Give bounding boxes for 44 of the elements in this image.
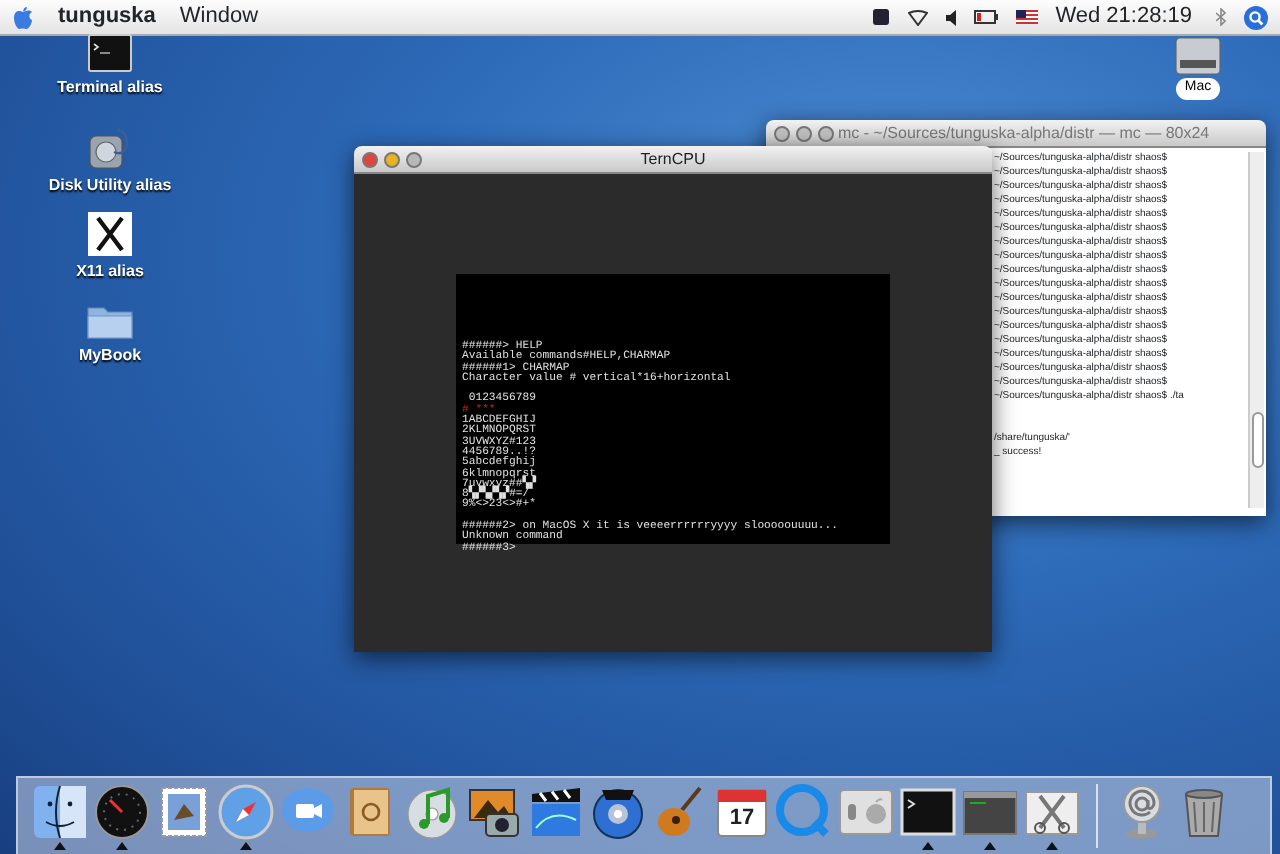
hard-drive-icon[interactable] <box>1174 36 1222 76</box>
icon-label[interactable]: Terminal alias <box>57 76 163 100</box>
stamp-icon[interactable] <box>156 784 212 840</box>
minimize-button[interactable] <box>796 126 812 142</box>
running-indicator <box>240 842 252 850</box>
switch-icon[interactable] <box>838 784 894 840</box>
running-indicator <box>922 842 934 850</box>
minimize-button[interactable] <box>384 152 400 168</box>
close-button[interactable] <box>774 126 790 142</box>
icon-label[interactable]: Disk Utility alias <box>48 174 172 198</box>
zoom-button[interactable] <box>406 152 422 168</box>
bluetooth-icon[interactable] <box>1216 8 1226 26</box>
calendar-day: 17 <box>729 806 755 830</box>
window-title: mc - ~/Sources/tunguska-alpha/distr — mc — 80x24 <box>838 124 1210 142</box>
gauge-icon[interactable] <box>94 784 150 840</box>
search-icon[interactable] <box>1244 5 1268 29</box>
icon-label[interactable]: X11 alias <box>76 260 144 284</box>
volume-icon[interactable] <box>945 9 956 25</box>
flag-icon[interactable] <box>1015 10 1038 24</box>
menu-clock[interactable]: Wed 21:28:19 <box>1055 0 1192 34</box>
apple-icon[interactable] <box>12 5 34 29</box>
photo-icon[interactable] <box>466 784 522 840</box>
icon-label[interactable]: MyBook <box>78 344 142 368</box>
wifi-icon[interactable] <box>907 9 928 25</box>
battery-icon[interactable] <box>973 10 998 24</box>
app-menu[interactable]: tunguska <box>58 0 156 34</box>
terminal-icon[interactable] <box>900 784 956 840</box>
disc-icon[interactable] <box>590 784 646 840</box>
zoom-button[interactable] <box>818 126 834 142</box>
running-indicator <box>54 842 66 850</box>
display-icon[interactable] <box>871 8 890 26</box>
terminal-icon[interactable] <box>88 34 132 72</box>
calendar-icon[interactable] <box>714 784 770 840</box>
scroll-bar[interactable] <box>1248 152 1264 508</box>
running-indicator <box>984 842 996 850</box>
menu-item[interactable]: Window <box>179 0 259 34</box>
running-indicator <box>1046 842 1058 850</box>
close-button[interactable] <box>362 152 378 168</box>
clapper-icon[interactable] <box>528 784 584 840</box>
x-letter-icon[interactable] <box>88 212 132 256</box>
window-title: TernCPU <box>640 150 706 168</box>
disk-stethoscope-icon[interactable] <box>86 126 134 170</box>
running-indicator <box>116 842 128 850</box>
face-icon[interactable] <box>32 784 88 840</box>
